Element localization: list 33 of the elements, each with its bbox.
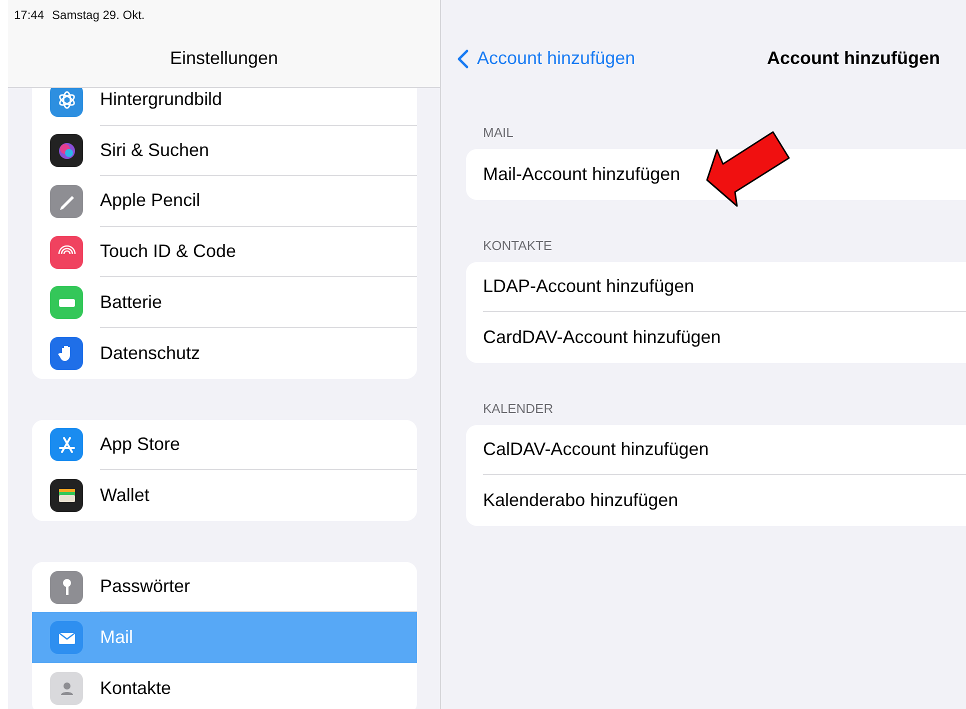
row-label: Mail-Account hinzufügen <box>483 164 680 185</box>
orb-icon <box>50 134 83 168</box>
pencil-icon <box>50 184 83 218</box>
list-row[interactable]: Kalenderabo hinzufügen <box>466 475 966 526</box>
person-silhouette-icon <box>50 672 83 705</box>
sidebar-title: Einstellungen <box>170 48 278 69</box>
fingerprint-icon <box>50 236 83 269</box>
envelope-icon <box>50 621 83 654</box>
row-label: CardDAV-Account hinzufügen <box>483 326 721 348</box>
hand-icon <box>50 336 83 370</box>
battery-icon <box>50 286 83 320</box>
row-label: LDAP-Account hinzufügen <box>483 276 694 297</box>
list-row[interactable]: CardDAV-Account hinzufügen <box>466 312 966 363</box>
list-row[interactable]: LDAP-Account hinzufügen <box>466 262 966 312</box>
list-row[interactable]: CalDAV-Account hinzufügen <box>466 424 966 476</box>
status-date: Samstag 29. Okt. <box>52 8 145 22</box>
section-header: KALENDER <box>483 400 554 416</box>
app-store-icon <box>50 428 83 462</box>
wallet-icon <box>50 478 83 512</box>
page-title: Account hinzufügen <box>767 48 940 69</box>
sidebar-item-label: Mail <box>100 626 134 650</box>
sidebar-item-label: Wallet <box>100 484 150 507</box>
back-button[interactable]: Account hinzufügen <box>457 48 636 69</box>
key-icon <box>50 570 83 604</box>
list-row[interactable]: Mail-Account hinzufügen <box>466 149 966 200</box>
section-header: KONTAKTE <box>483 238 554 253</box>
sidebar-item-label: Kontakte <box>100 676 172 700</box>
row-label: Kalenderabo hinzufügen <box>483 490 678 512</box>
status-time: 17:44 <box>14 8 44 22</box>
row-label: CalDAV-Account hinzufügen <box>483 439 709 460</box>
section-header: MAIL <box>483 125 514 140</box>
sidebar-item-label: Datenschutz <box>100 342 202 365</box>
chevron-left-icon <box>457 48 469 68</box>
